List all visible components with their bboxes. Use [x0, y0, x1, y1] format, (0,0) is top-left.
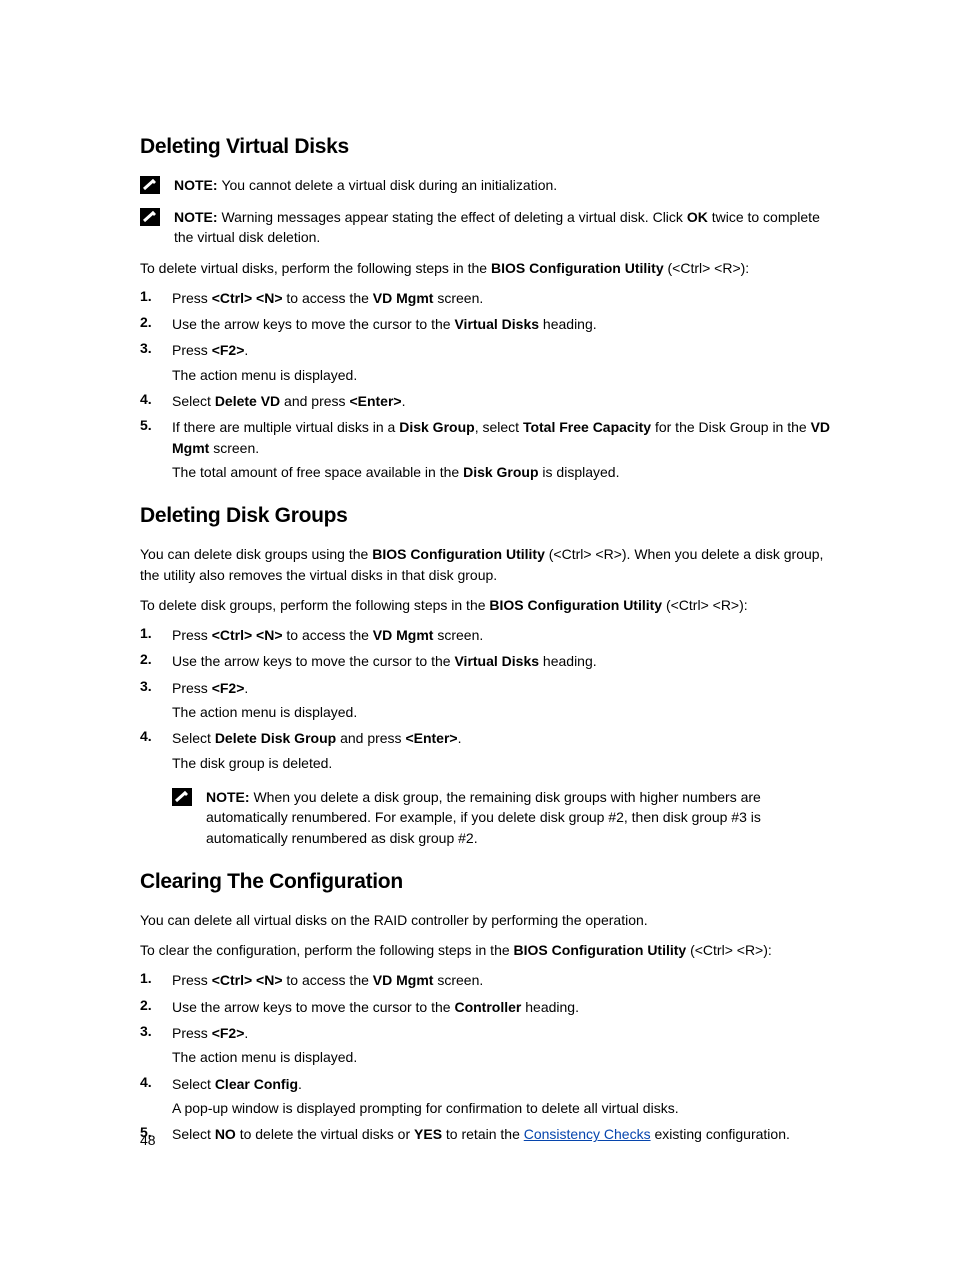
heading-deleting-virtual-disks: Deleting Virtual Disks: [140, 135, 839, 159]
step-item: 4.Select Delete Disk Group and press <En…: [140, 728, 839, 773]
step-body: Use the arrow keys to move the cursor to…: [172, 314, 839, 334]
cross-reference-link[interactable]: Consistency Checks: [524, 1126, 651, 1142]
step-number: 2.: [140, 997, 172, 1013]
step-item: 1.Press <Ctrl> <N> to access the VD Mgmt…: [140, 625, 839, 645]
page-container: Deleting Virtual Disks NOTE: You cannot …: [0, 0, 954, 1268]
step-body: Press <Ctrl> <N> to access the VD Mgmt s…: [172, 625, 839, 645]
step-body: Press <F2>.The action menu is displayed.: [172, 1023, 839, 1068]
heading-deleting-disk-groups: Deleting Disk Groups: [140, 504, 839, 528]
step-body: Press <Ctrl> <N> to access the VD Mgmt s…: [172, 288, 839, 308]
step-item: 2.Use the arrow keys to move the cursor …: [140, 314, 839, 334]
step-result: The total amount of free space available…: [172, 462, 839, 482]
note-icon: [140, 208, 160, 229]
step-number: 2.: [140, 651, 172, 667]
step-item: 1.Press <Ctrl> <N> to access the VD Mgmt…: [140, 288, 839, 308]
step-item: 4.Select Delete VD and press <Enter>.: [140, 391, 839, 411]
step-body: Use the arrow keys to move the cursor to…: [172, 651, 839, 671]
page-number: 48: [140, 1132, 156, 1148]
step-number: 3.: [140, 340, 172, 356]
step-body: Press <Ctrl> <N> to access the VD Mgmt s…: [172, 970, 839, 990]
step-body: Press <F2>.The action menu is displayed.: [172, 340, 839, 385]
intro-paragraph: To delete disk groups, perform the follo…: [140, 595, 839, 615]
step-number: 4.: [140, 1074, 172, 1090]
step-result: The action menu is displayed.: [172, 1047, 839, 1067]
note-icon: [140, 176, 160, 197]
step-item: 2.Use the arrow keys to move the cursor …: [140, 997, 839, 1017]
step-body: Select NO to delete the virtual disks or…: [172, 1124, 839, 1144]
step-number: 1.: [140, 625, 172, 641]
step-number: 1.: [140, 288, 172, 304]
step-item: 3.Press <F2>.The action menu is displaye…: [140, 340, 839, 385]
body-paragraph: You can delete all virtual disks on the …: [140, 910, 839, 930]
step-number: 4.: [140, 728, 172, 744]
step-body: Select Delete Disk Group and press <Ente…: [172, 728, 839, 773]
step-body: If there are multiple virtual disks in a…: [172, 417, 839, 482]
step-body: Select Delete VD and press <Enter>.: [172, 391, 839, 411]
step-item: 5.If there are multiple virtual disks in…: [140, 417, 839, 482]
step-number: 3.: [140, 678, 172, 694]
step-result: The action menu is displayed.: [172, 365, 839, 385]
step-list: 1.Press <Ctrl> <N> to access the VD Mgmt…: [140, 970, 839, 1144]
step-item: 2.Use the arrow keys to move the cursor …: [140, 651, 839, 671]
step-item: 3.Press <F2>.The action menu is displaye…: [140, 1023, 839, 1068]
note-icon: [172, 788, 192, 809]
intro-paragraph: To delete virtual disks, perform the fol…: [140, 258, 839, 278]
step-number: 4.: [140, 391, 172, 407]
step-result: The action menu is displayed.: [172, 702, 839, 722]
step-item: 5.Select NO to delete the virtual disks …: [140, 1124, 839, 1144]
intro-paragraph: To clear the configuration, perform the …: [140, 940, 839, 960]
note-text: NOTE: You cannot delete a virtual disk d…: [174, 175, 839, 195]
step-body: Use the arrow keys to move the cursor to…: [172, 997, 839, 1017]
note: NOTE: Warning messages appear stating th…: [140, 207, 839, 248]
note: NOTE: When you delete a disk group, the …: [172, 787, 839, 848]
step-body: Select Clear Config.A pop-up window is d…: [172, 1074, 839, 1119]
step-result: The disk group is deleted.: [172, 753, 839, 773]
step-body: Press <F2>.The action menu is displayed.: [172, 678, 839, 723]
step-list: 1.Press <Ctrl> <N> to access the VD Mgmt…: [140, 288, 839, 482]
step-number: 1.: [140, 970, 172, 986]
body-paragraph: You can delete disk groups using the BIO…: [140, 544, 839, 585]
step-number: 3.: [140, 1023, 172, 1039]
step-item: 3.Press <F2>.The action menu is displaye…: [140, 678, 839, 723]
note-text: NOTE: When you delete a disk group, the …: [206, 787, 839, 848]
step-number: 5.: [140, 417, 172, 433]
step-list: 1.Press <Ctrl> <N> to access the VD Mgmt…: [140, 625, 839, 773]
heading-clearing-configuration: Clearing The Configuration: [140, 870, 839, 894]
step-item: 4.Select Clear Config.A pop-up window is…: [140, 1074, 839, 1119]
note: NOTE: You cannot delete a virtual disk d…: [140, 175, 839, 197]
step-result: A pop-up window is displayed prompting f…: [172, 1098, 839, 1118]
step-item: 1.Press <Ctrl> <N> to access the VD Mgmt…: [140, 970, 839, 990]
step-number: 2.: [140, 314, 172, 330]
note-text: NOTE: Warning messages appear stating th…: [174, 207, 839, 248]
